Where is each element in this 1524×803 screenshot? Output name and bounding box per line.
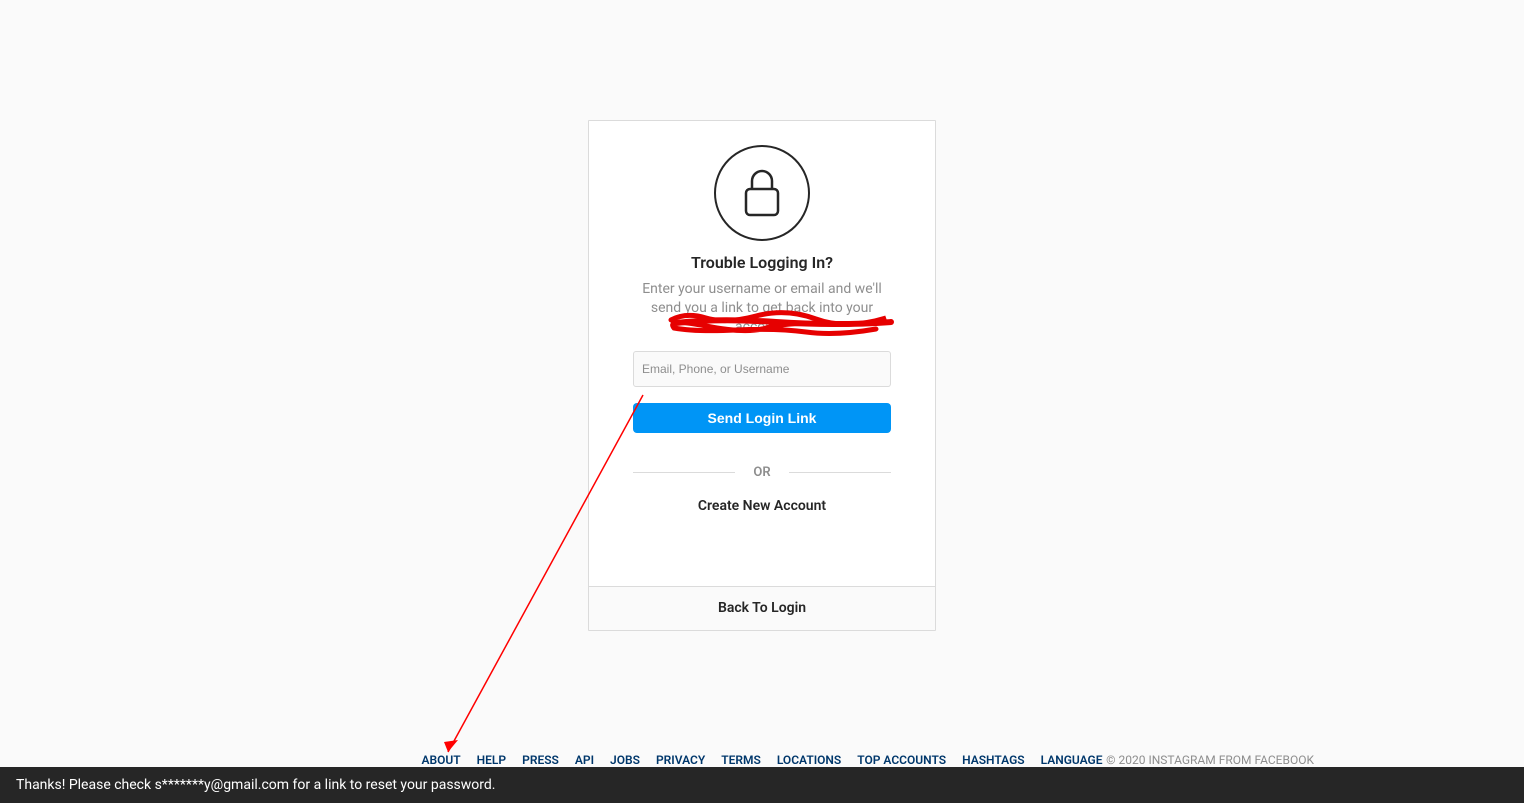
- card-content: Trouble Logging In? Enter your username …: [589, 121, 935, 586]
- send-login-link-button[interactable]: Send Login Link: [633, 403, 891, 433]
- footer-link-privacy[interactable]: PRIVACY: [656, 753, 705, 767]
- footer-link-top-accounts[interactable]: TOP ACCOUNTS: [857, 753, 946, 767]
- footer-link-language[interactable]: LANGUAGE: [1041, 753, 1103, 767]
- footer-link-press[interactable]: PRESS: [522, 753, 559, 767]
- lock-icon: [714, 145, 810, 241]
- footer-link-about[interactable]: ABOUT: [422, 753, 461, 767]
- footer-link-help[interactable]: HELP: [477, 753, 506, 767]
- divider-text: OR: [735, 465, 788, 480]
- main-container: Trouble Logging In? Enter your username …: [0, 0, 1524, 631]
- divider: OR: [633, 465, 891, 480]
- footer-copyright: © 2020 INSTAGRAM FROM FACEBOOK: [1106, 753, 1314, 767]
- reset-card: Trouble Logging In? Enter your username …: [588, 120, 936, 631]
- back-to-login-button[interactable]: Back To Login: [589, 586, 935, 630]
- footer-link-terms[interactable]: TERMS: [721, 753, 761, 767]
- footer-links: ABOUT HELP PRESS API JOBS PRIVACY TERMS …: [422, 753, 1103, 767]
- card-title: Trouble Logging In?: [633, 253, 891, 272]
- footer-link-hashtags[interactable]: HASHTAGS: [962, 753, 1024, 767]
- footer-link-api[interactable]: API: [575, 753, 594, 767]
- toast-message: Thanks! Please check s*******y@gmail.com…: [16, 777, 496, 793]
- create-account-link[interactable]: Create New Account: [633, 498, 891, 514]
- card-subtitle: Enter your username or email and we'll s…: [633, 280, 891, 337]
- divider-line-right: [789, 472, 891, 473]
- toast-notification: Thanks! Please check s*******y@gmail.com…: [0, 767, 1524, 803]
- footer: ABOUT HELP PRESS API JOBS PRIVACY TERMS …: [0, 753, 1524, 767]
- divider-line-left: [633, 472, 735, 473]
- footer-link-jobs[interactable]: JOBS: [610, 753, 640, 767]
- footer-link-locations[interactable]: LOCATIONS: [777, 753, 841, 767]
- login-identifier-input[interactable]: [633, 351, 891, 387]
